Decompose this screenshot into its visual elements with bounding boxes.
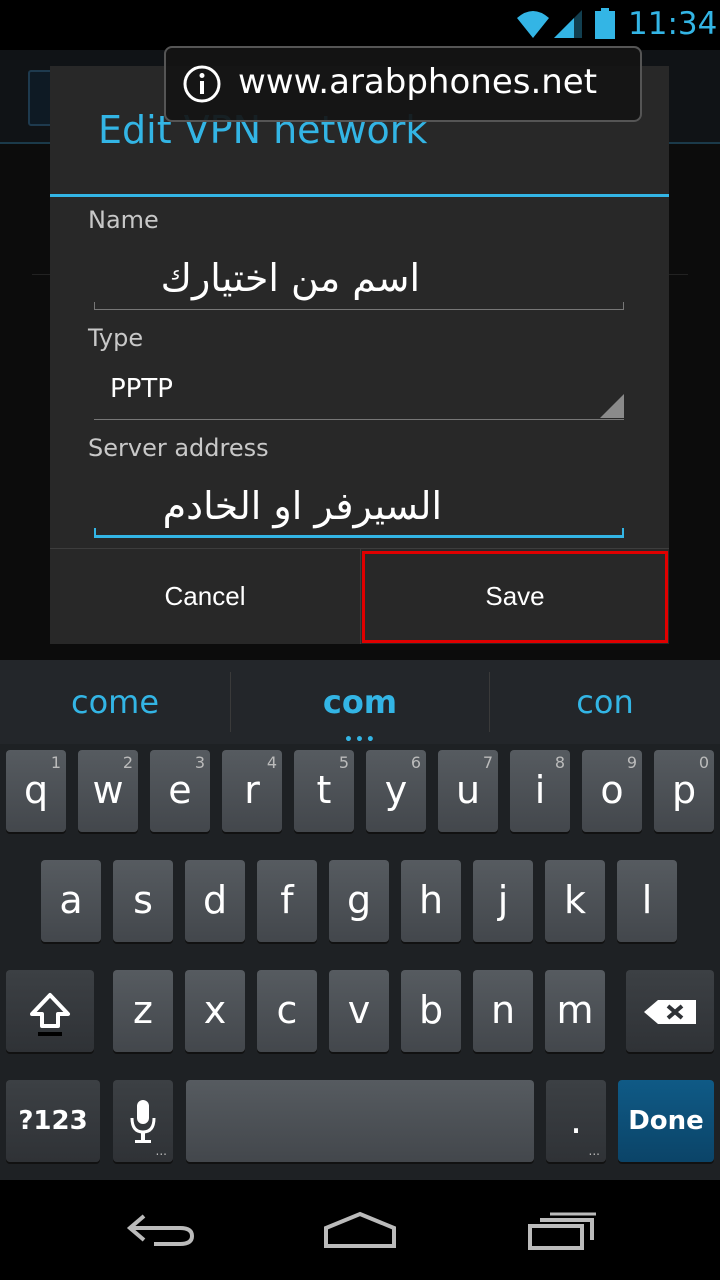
backspace-icon	[644, 1000, 696, 1024]
back-icon[interactable]	[124, 1210, 196, 1250]
wifi-icon	[517, 11, 549, 38]
type-select-value: PPTP	[110, 374, 173, 404]
type-label: Type	[88, 324, 144, 352]
type-select[interactable]: PPTP	[94, 362, 624, 420]
key-g[interactable]: g	[329, 860, 389, 942]
done-key[interactable]: Done	[618, 1080, 714, 1162]
microphone-icon	[130, 1100, 156, 1143]
suggestion-item[interactable]: con	[490, 660, 720, 744]
clock: 11:34	[628, 6, 718, 42]
backspace-key[interactable]	[626, 970, 714, 1052]
key-d[interactable]: d	[185, 860, 245, 942]
dropdown-arrow-icon	[600, 394, 624, 418]
dialog-title-divider	[50, 194, 669, 197]
key-a[interactable]: a	[41, 860, 101, 942]
key-f[interactable]: f	[257, 860, 317, 942]
key-v[interactable]: v	[329, 970, 389, 1052]
suggestion-item[interactable]: come	[0, 660, 230, 744]
key-j[interactable]: j	[473, 860, 533, 942]
shift-icon	[30, 993, 70, 1036]
key-c[interactable]: c	[257, 970, 317, 1052]
soft-keyboard: come com con ••• 1q 2w 3e 4r 5t 6y 7u 8i…	[0, 660, 720, 1180]
name-label: Name	[88, 206, 159, 234]
home-icon[interactable]	[322, 1210, 398, 1250]
save-button-highlight-box	[362, 551, 668, 643]
more-suggestions-indicator: •••	[344, 732, 377, 748]
navigation-bar	[0, 1180, 720, 1280]
key-m[interactable]: m	[545, 970, 605, 1052]
info-icon	[183, 65, 221, 103]
key-k[interactable]: k	[545, 860, 605, 942]
shift-key[interactable]	[6, 970, 94, 1052]
signal-icon	[554, 10, 582, 38]
key-r[interactable]: 4r	[222, 750, 282, 832]
key-h[interactable]: h	[401, 860, 461, 942]
key-n[interactable]: n	[473, 970, 533, 1052]
name-input-value: اسم من اختيارك	[160, 256, 420, 300]
key-x[interactable]: x	[185, 970, 245, 1052]
key-e[interactable]: 3e	[150, 750, 210, 832]
server-address-input[interactable]: السيرفر او الخادم	[94, 478, 624, 538]
watermark-url: www.arabphones.net	[238, 62, 598, 102]
key-z[interactable]: z	[113, 970, 173, 1052]
name-input[interactable]: اسم من اختيارك	[94, 252, 624, 310]
server-address-label: Server address	[88, 434, 269, 462]
key-p[interactable]: 0p	[654, 750, 714, 832]
status-bar: 11:34	[0, 0, 720, 50]
key-s[interactable]: s	[113, 860, 173, 942]
key-q[interactable]: 1q	[6, 750, 66, 832]
key-b[interactable]: b	[401, 970, 461, 1052]
cancel-button[interactable]: Cancel	[50, 549, 360, 644]
key-y[interactable]: 6y	[366, 750, 426, 832]
server-address-input-value: السيرفر او الخادم	[162, 484, 442, 528]
suggestion-strip: come com con •••	[0, 660, 720, 748]
watermark-url-overlay: www.arabphones.net	[164, 46, 642, 122]
voice-input-key[interactable]: ...	[113, 1080, 173, 1162]
space-key[interactable]	[186, 1080, 534, 1162]
recent-apps-icon[interactable]	[526, 1210, 598, 1250]
period-key[interactable]: ....	[546, 1080, 606, 1162]
key-w[interactable]: 2w	[78, 750, 138, 832]
battery-icon	[595, 8, 615, 39]
key-o[interactable]: 9o	[582, 750, 642, 832]
key-u[interactable]: 7u	[438, 750, 498, 832]
key-l[interactable]: l	[617, 860, 677, 942]
symbols-key[interactable]: ?123	[6, 1080, 100, 1162]
key-i[interactable]: 8i	[510, 750, 570, 832]
key-t[interactable]: 5t	[294, 750, 354, 832]
